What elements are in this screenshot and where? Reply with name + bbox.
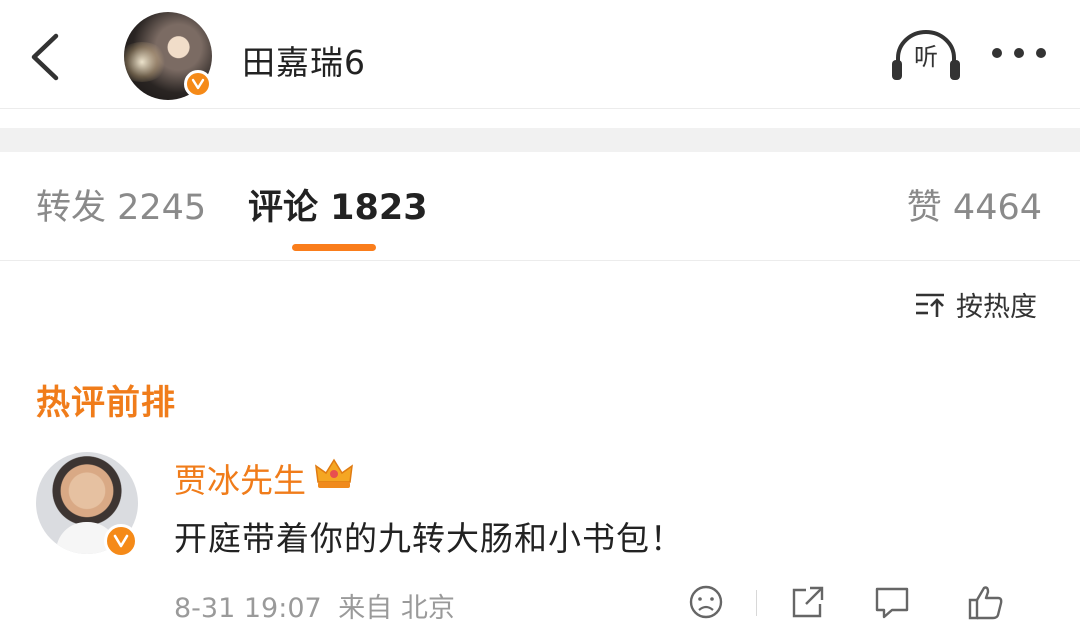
tab-active-indicator xyxy=(292,244,376,251)
share-button[interactable] xyxy=(788,584,828,620)
section-title: 热评前排 xyxy=(36,383,176,423)
back-button[interactable] xyxy=(26,32,66,82)
divider xyxy=(0,260,1080,261)
comment-source: 来自 北京 xyxy=(338,593,455,624)
commenter-name[interactable]: 贾冰先生 xyxy=(174,454,306,502)
divider xyxy=(0,108,1080,109)
verified-badge-icon xyxy=(104,524,138,558)
share-icon xyxy=(792,586,824,618)
page-title[interactable]: 田嘉瑞6 xyxy=(242,36,366,84)
comment-time: 8-31 19:07 xyxy=(174,593,322,624)
reply-icon xyxy=(875,587,909,619)
listen-label: 听 xyxy=(914,43,938,71)
tab-repost[interactable]: 转发 2245 xyxy=(36,186,206,230)
comment-text: 开庭带着你的九转大肠和小书包！ xyxy=(174,519,684,558)
comment-meta: 8-31 19:07 来自 北京 xyxy=(174,586,455,625)
listen-button[interactable]: 听 xyxy=(890,28,962,84)
sort-button[interactable]: 按热度 xyxy=(914,284,1037,324)
verified-badge-icon xyxy=(184,70,212,98)
sort-label: 按热度 xyxy=(956,291,1037,323)
like-icon xyxy=(968,586,1003,620)
reply-button[interactable] xyxy=(872,584,912,620)
back-arrow-icon xyxy=(31,33,59,81)
tab-comment[interactable]: 评论 1823 xyxy=(248,186,428,230)
sort-icon xyxy=(916,293,944,317)
emoji-button[interactable] xyxy=(686,584,726,620)
crown-icon xyxy=(315,458,353,488)
more-dots-icon[interactable] xyxy=(992,48,1046,62)
tab-like[interactable]: 赞 4464 xyxy=(907,186,1042,230)
divider xyxy=(756,590,757,616)
section-separator xyxy=(0,128,1080,152)
like-button[interactable] xyxy=(966,584,1026,620)
emoji-icon xyxy=(689,585,723,619)
